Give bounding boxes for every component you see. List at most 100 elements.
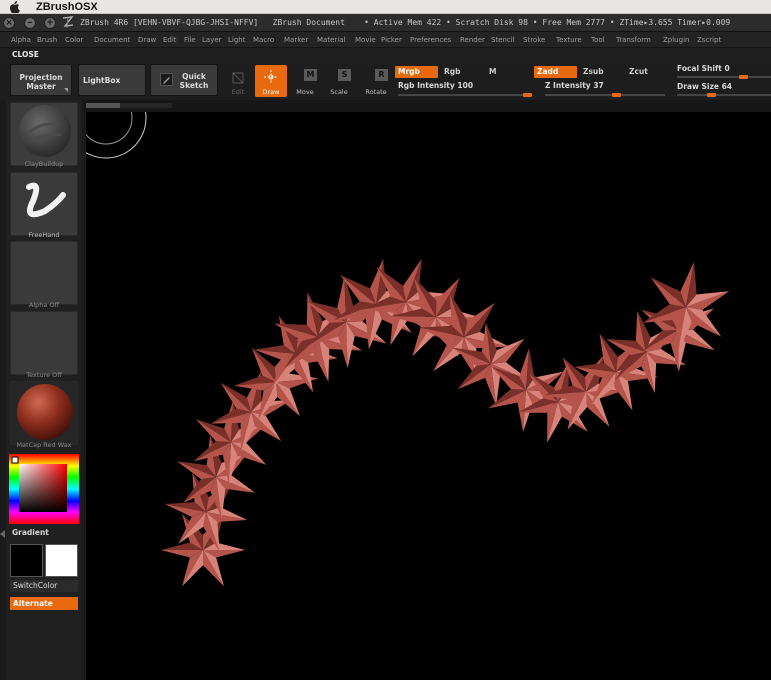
focal-shift-knob[interactable]: [739, 75, 748, 79]
menu-item-picker[interactable]: Picker: [381, 32, 402, 48]
quick-sketch-label: Quick Sketch: [179, 72, 209, 90]
menu-item-layer[interactable]: Layer: [202, 32, 222, 48]
z-intensity-knob[interactable]: [611, 93, 621, 97]
z-intensity-slider[interactable]: [545, 93, 665, 97]
focal-shift-slider[interactable]: [677, 75, 771, 79]
title-text: ZBrush 4R6 [VEHN-VBVF-QJBG-JHSI-NFFV] ZB…: [80, 18, 731, 27]
mrgb-button[interactable]: Mrgb: [395, 66, 438, 78]
red-wax-sphere-icon: [17, 384, 73, 440]
menu-item-material[interactable]: Material: [317, 32, 345, 48]
title-bar: × – + ZBrush 4R6 [VEHN-VBVF-QJBG-JHSI-NF…: [0, 14, 771, 32]
document-canvas[interactable]: [86, 112, 771, 680]
edit-button[interactable]: Edit: [222, 65, 254, 97]
freehand-stroke-icon: [26, 182, 66, 218]
move-button[interactable]: M Move: [289, 65, 321, 97]
quick-sketch-button[interactable]: Quick Sketch: [150, 64, 218, 96]
gradient-label: Gradient: [12, 528, 49, 537]
brush-label: ClayBuildup: [24, 160, 64, 168]
material-thumbnail[interactable]: [10, 381, 78, 445]
menu-item-file[interactable]: File: [184, 32, 196, 48]
menu-item-texture[interactable]: Texture: [556, 32, 582, 48]
zcut-button[interactable]: Zcut: [626, 66, 666, 78]
rgb-intensity-slider-label: Rgb Intensity 100: [398, 81, 474, 90]
close-button[interactable]: CLOSE: [12, 48, 39, 62]
menu-item-macro[interactable]: Macro: [253, 32, 274, 48]
apple-icon[interactable]: [9, 1, 21, 14]
primary-color-swatch[interactable]: [10, 544, 43, 577]
brush-thumbnail[interactable]: [10, 102, 78, 166]
rgb-intensity-knob[interactable]: [523, 93, 532, 97]
menu-item-stroke[interactable]: Stroke: [523, 32, 545, 48]
menu-item-alpha[interactable]: Alpha: [11, 32, 31, 48]
menu-item-brush[interactable]: Brush: [37, 32, 57, 48]
alpha-thumbnail[interactable]: [10, 241, 78, 305]
progress-track: [120, 103, 172, 108]
zsub-button[interactable]: Zsub: [580, 66, 620, 78]
move-icon: M: [304, 69, 317, 81]
scale-label: Scale: [330, 88, 348, 96]
menu-item-movie[interactable]: Movie: [355, 32, 376, 48]
menu-item-draw[interactable]: Draw: [138, 32, 156, 48]
edit-icon: [232, 72, 244, 84]
projection-master-label: Projection Master: [19, 73, 63, 91]
menu-item-color[interactable]: Color: [65, 32, 83, 48]
menu-item-edit[interactable]: Edit: [163, 32, 177, 48]
menu-item-marker[interactable]: Marker: [284, 32, 308, 48]
z-intensity-slider-label: Z Intensity 37: [545, 81, 604, 90]
rgb-intensity-slider[interactable]: [398, 93, 532, 97]
left-tray: ClayBuildup FreeHand Alpha Off Texture O…: [6, 100, 82, 680]
draw-button[interactable]: Draw: [255, 65, 287, 97]
menu-item-stencil[interactable]: Stencil: [491, 32, 515, 48]
draw-icon: [264, 70, 278, 84]
scale-button[interactable]: S Scale: [323, 65, 355, 97]
menu-item-document[interactable]: Document: [94, 32, 130, 48]
zadd-button[interactable]: Zadd: [534, 66, 577, 78]
menu-item-preferences[interactable]: Preferences: [410, 32, 451, 48]
lightbox-label: LightBox: [83, 76, 121, 85]
menu-item-tool[interactable]: Tool: [591, 32, 605, 48]
lightbox-button[interactable]: LightBox: [78, 64, 146, 96]
projection-master-button[interactable]: Projection Master: [10, 64, 72, 96]
progress-bar: [86, 103, 120, 108]
menu-item-zscript[interactable]: Zscript: [697, 32, 721, 48]
tray-toggle-arrow-icon[interactable]: [0, 530, 5, 538]
draw-label: Draw: [262, 88, 280, 96]
draw-size-slider-label: Draw Size 64: [677, 82, 733, 91]
scale-icon: S: [338, 69, 351, 81]
top-shelf: Projection Master LightBox Quick Sketch …: [0, 62, 771, 100]
texture-label: Texture Off: [26, 371, 62, 379]
rotate-icon: R: [375, 69, 388, 81]
close-window-button[interactable]: ×: [3, 17, 15, 29]
menu-item-light[interactable]: Light: [228, 32, 245, 48]
alpha-label: Alpha Off: [28, 301, 60, 309]
rotate-button[interactable]: R Rotate: [360, 65, 392, 97]
progress-strip: [0, 100, 771, 112]
focal-shift-slider-label: Focal Shift 0: [677, 64, 730, 73]
dropdown-corner-icon: [64, 88, 68, 92]
app-name[interactable]: ZBrushOSX: [36, 0, 98, 14]
menu-item-render[interactable]: Render: [460, 32, 485, 48]
menu-item-transform[interactable]: Transform: [616, 32, 651, 48]
switch-color-button[interactable]: SwitchColor: [10, 580, 78, 592]
rgb-button[interactable]: Rgb: [441, 66, 481, 78]
draw-size-slider[interactable]: [677, 93, 771, 97]
edit-label: Edit: [231, 88, 245, 96]
draw-size-knob[interactable]: [707, 93, 716, 97]
clay-brush-icon: [19, 105, 71, 157]
material-label: MatCap Red Wax: [16, 441, 72, 449]
menu-item-zplugin[interactable]: Zplugin: [663, 32, 689, 48]
alternate-button[interactable]: Alternate: [10, 597, 78, 610]
star-stroke-sculpt: [161, 258, 730, 587]
zbrush-logo-icon: [62, 16, 74, 29]
sketch-icon: [160, 73, 173, 86]
secondary-color-swatch[interactable]: [45, 544, 78, 577]
move-label: Move: [296, 88, 314, 96]
rotate-label: Rotate: [365, 88, 387, 96]
maximize-window-button[interactable]: +: [44, 17, 56, 29]
mac-menu-bar: ZBrushOSX: [0, 0, 771, 14]
minimize-window-button[interactable]: –: [24, 17, 36, 29]
color-picker[interactable]: [9, 454, 79, 524]
m-button[interactable]: M: [486, 66, 526, 78]
texture-thumbnail[interactable]: [10, 311, 78, 375]
stroke-thumbnail[interactable]: [10, 172, 78, 236]
